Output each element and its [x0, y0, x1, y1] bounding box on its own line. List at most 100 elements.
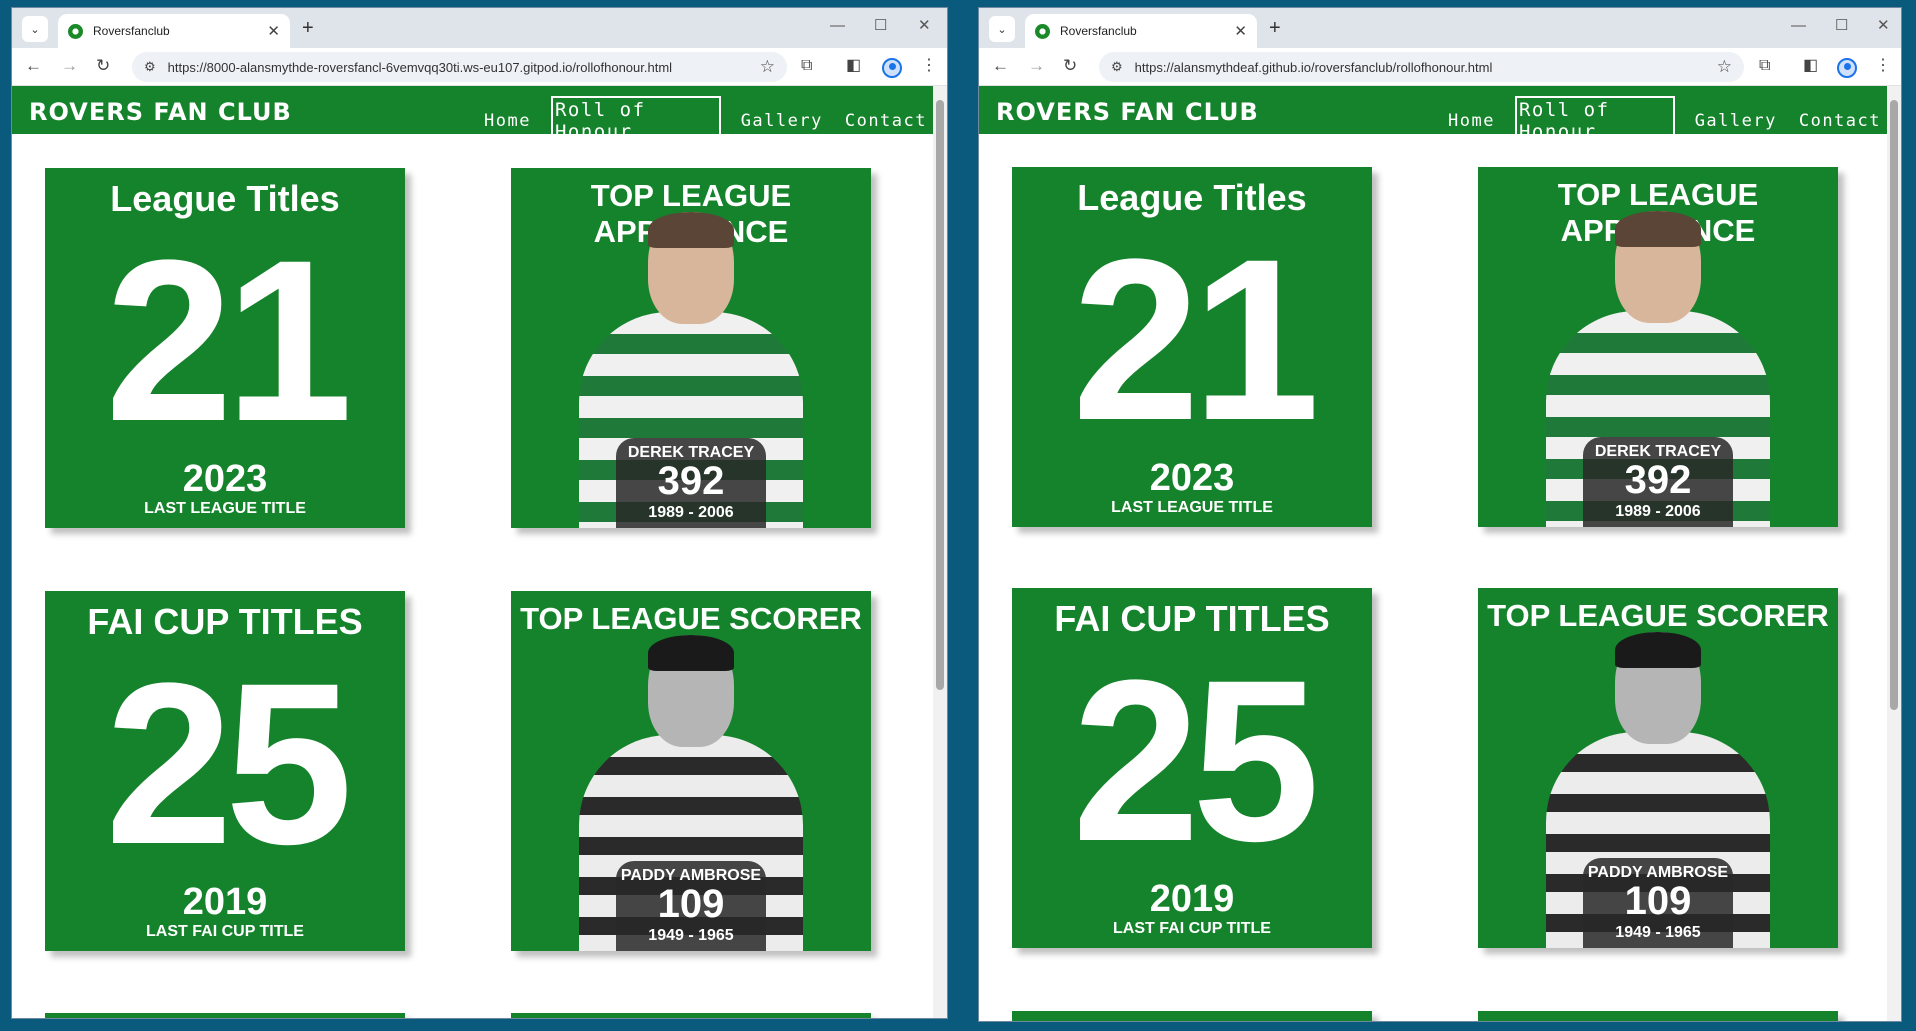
nav-home[interactable]: Home	[1446, 110, 1497, 132]
top-appearance-card: TOP LEAGUE APPERANCE DEREK TRACEY 392 19…	[1478, 167, 1838, 527]
card-caption: LAST LEAGUE TITLE	[1111, 499, 1273, 516]
reload-icon[interactable]: ↻	[1063, 57, 1077, 75]
address-bar[interactable]: ⚙ https://8000-alansmythde-roversfancl-6…	[132, 52, 787, 82]
cup-titles-count: 25	[1072, 632, 1320, 889]
favicon-icon	[1035, 23, 1050, 39]
card-title: TOP LEAGUE SCORER	[520, 601, 862, 636]
site-info-icon[interactable]: ⚙	[144, 59, 156, 75]
maximize-icon[interactable]: ☐	[1835, 18, 1848, 33]
next-card-left	[1012, 1011, 1372, 1021]
player-hair	[648, 635, 734, 671]
nav-home[interactable]: Home	[482, 110, 533, 132]
last-title-year: 2023	[182, 458, 268, 500]
address-toolbar: ← → ↻ ⚙ https://alansmythdeaf.github.io/…	[979, 48, 1901, 86]
league-titles-card: League Titles 21 2023 LAST LEAGUE TITLE	[1012, 167, 1372, 527]
reload-icon[interactable]: ↻	[96, 57, 110, 75]
forward-icon[interactable]: →	[61, 57, 78, 75]
nav-gallery[interactable]: Gallery	[739, 110, 825, 132]
close-window-icon[interactable]: ✕	[918, 18, 931, 33]
profile-avatar[interactable]	[1837, 58, 1857, 78]
cup-titles-count: 25	[105, 635, 353, 892]
browser-tab[interactable]: Roversfanclub ✕	[58, 14, 290, 48]
nav-links: Home Roll of Honour Gallery Contact	[1446, 96, 1901, 146]
tab-search-button[interactable]: ⌄	[22, 16, 48, 42]
address-toolbar: ← → ↻ ⚙ https://8000-alansmythde-roversf…	[12, 48, 947, 86]
site-navbar: ROVERS FAN CLUB Home Roll of Honour Gall…	[979, 86, 1901, 146]
scrollbar[interactable]	[933, 86, 947, 1018]
back-icon[interactable]: ←	[25, 57, 42, 75]
player-hair	[648, 212, 734, 248]
url-text[interactable]: https://8000-alansmythde-roversfancl-6ve…	[168, 60, 760, 75]
card-caption: LAST LEAGUE TITLE	[144, 500, 306, 517]
back-icon[interactable]: ←	[992, 57, 1009, 75]
league-titles-count: 21	[1072, 211, 1320, 468]
fai-cup-card: FAI CUP TITLES 25 2019 LAST FAI CUP TITL…	[1012, 588, 1372, 948]
address-bar[interactable]: ⚙ https://alansmythdeaf.github.io/rovers…	[1099, 52, 1744, 82]
player-stat-panel: PADDY AMBROSE 109 1949 - 1965	[1583, 858, 1733, 948]
tab-title: Roversfanclub	[93, 24, 170, 38]
player-years: 1949 - 1965	[648, 927, 734, 944]
card-caption: LAST FAI CUP TITLE	[1113, 920, 1271, 937]
player-years: 1949 - 1965	[1615, 924, 1701, 941]
page-viewport: ROVERS FAN CLUB Home Roll of Honour Gall…	[979, 86, 1901, 1021]
goal-count: 109	[657, 882, 725, 926]
goal-count: 109	[1624, 879, 1692, 923]
bookmark-star-icon[interactable]: ☆	[1717, 57, 1732, 77]
nav-gallery[interactable]: Gallery	[1693, 110, 1779, 132]
new-tab-button[interactable]: +	[1269, 18, 1281, 38]
extensions-icon[interactable]: ⧉	[801, 57, 812, 75]
url-text[interactable]: https://alansmythdeaf.github.io/roversfa…	[1135, 60, 1717, 75]
next-card-right	[511, 1013, 871, 1018]
close-window-icon[interactable]: ✕	[1877, 18, 1890, 33]
browser-window-right: ⌄ Roversfanclub ✕ + — ☐ ✕ ← → ↻ ⚙ https:…	[978, 7, 1902, 1022]
menu-icon[interactable]: ⋮	[1875, 57, 1891, 75]
fai-cup-card: FAI CUP TITLES 25 2019 LAST FAI CUP TITL…	[45, 591, 405, 951]
scrollbar-thumb[interactable]	[1890, 100, 1898, 710]
nav-contact[interactable]: Contact	[1797, 110, 1883, 132]
scrollbar-thumb[interactable]	[936, 100, 944, 690]
site-info-icon[interactable]: ⚙	[1111, 59, 1123, 75]
profile-avatar[interactable]	[882, 58, 902, 78]
next-card-left	[45, 1013, 405, 1018]
tab-search-button[interactable]: ⌄	[989, 16, 1015, 42]
player-stat-panel: DEREK TRACEY 392 1989 - 2006	[616, 438, 766, 528]
last-title-year: 2019	[182, 881, 268, 923]
browser-window-left: ⌄ Roversfanclub ✕ + — ☐ ✕ ← → ↻ ⚙ https:…	[11, 7, 948, 1019]
league-titles-count: 21	[105, 212, 353, 469]
close-tab-icon[interactable]: ✕	[267, 22, 280, 40]
player-years: 1989 - 2006	[648, 504, 734, 521]
close-tab-icon[interactable]: ✕	[1234, 22, 1247, 40]
favicon-icon	[68, 23, 83, 39]
maximize-icon[interactable]: ☐	[874, 18, 887, 33]
minimize-icon[interactable]: —	[1791, 18, 1806, 33]
league-titles-card: League Titles 21 2023 LAST LEAGUE TITLE	[45, 168, 405, 528]
nav-roll-of-honour[interactable]: Roll of Honour	[550, 96, 721, 146]
new-tab-button[interactable]: +	[302, 18, 314, 38]
page-viewport: ROVERS FAN CLUB Home Roll of Honour Gall…	[12, 86, 947, 1018]
minimize-icon[interactable]: —	[830, 18, 845, 33]
forward-icon[interactable]: →	[1028, 57, 1045, 75]
tab-strip: ⌄ Roversfanclub ✕ + — ☐ ✕	[12, 8, 947, 48]
site-brand[interactable]: ROVERS FAN CLUB	[29, 98, 292, 126]
player-stat-panel: DEREK TRACEY 392 1989 - 2006	[1583, 437, 1733, 527]
card-caption: LAST FAI CUP TITLE	[146, 923, 304, 940]
site-brand[interactable]: ROVERS FAN CLUB	[996, 98, 1259, 126]
scrollbar[interactable]	[1887, 86, 1901, 1021]
player-hair	[1615, 632, 1701, 668]
site-navbar: ROVERS FAN CLUB Home Roll of Honour Gall…	[12, 86, 947, 146]
top-scorer-card: TOP LEAGUE SCORER PADDY AMBROSE 109 1949…	[511, 591, 871, 951]
side-panel-icon[interactable]: ◧	[1803, 57, 1818, 75]
tab-strip: ⌄ Roversfanclub ✕ + — ☐ ✕	[979, 8, 1901, 48]
browser-tab[interactable]: Roversfanclub ✕	[1025, 14, 1257, 48]
top-scorer-card: TOP LEAGUE SCORER PADDY AMBROSE 109 1949…	[1478, 588, 1838, 948]
bookmark-star-icon[interactable]: ☆	[760, 57, 775, 77]
nav-roll-of-honour[interactable]: Roll of Honour	[1514, 96, 1675, 146]
appearance-count: 392	[1624, 458, 1692, 502]
menu-icon[interactable]: ⋮	[921, 57, 937, 75]
extensions-icon[interactable]: ⧉	[1759, 57, 1770, 75]
player-hair	[1615, 211, 1701, 247]
nav-contact[interactable]: Contact	[843, 110, 929, 132]
tab-title: Roversfanclub	[1060, 24, 1137, 38]
nav-links: Home Roll of Honour Gallery Contact	[482, 96, 947, 146]
side-panel-icon[interactable]: ◧	[846, 57, 861, 75]
